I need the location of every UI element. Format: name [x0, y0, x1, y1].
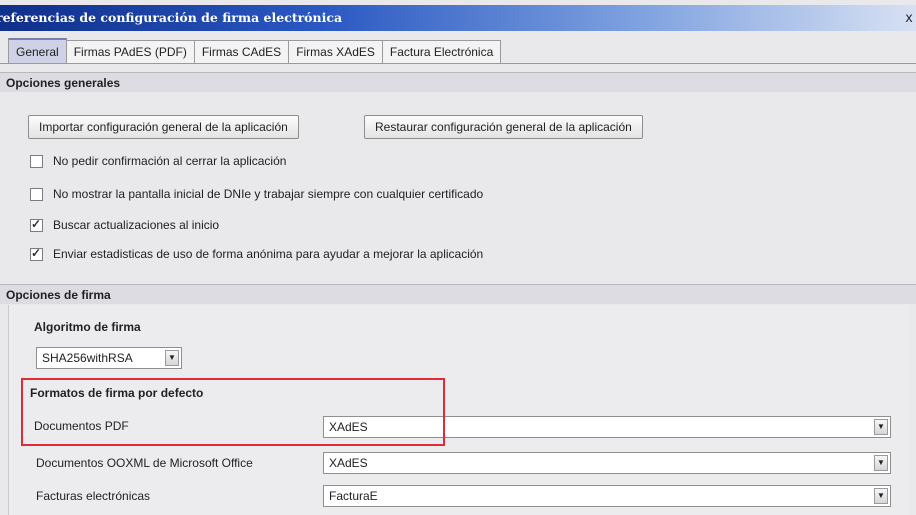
default-formats-label: Formatos de firma por defecto: [30, 386, 204, 400]
pdf-format-value: XAdES: [329, 420, 368, 434]
signature-options-heading: Opciones de firma: [0, 284, 916, 304]
algorithm-select[interactable]: SHA256withRSA ▼: [36, 347, 182, 369]
tab-divider: [0, 63, 916, 64]
chevron-down-icon: ▼: [874, 455, 888, 471]
algorithm-label: Algoritmo de firma: [34, 320, 141, 334]
title-bar: referencias de configuración de firma el…: [0, 5, 916, 31]
tab-firmas-cades[interactable]: Firmas CAdES: [193, 40, 290, 63]
close-icon[interactable]: x: [902, 8, 916, 26]
window-title: referencias de configuración de firma el…: [0, 10, 343, 25]
chevron-down-icon: ▼: [165, 350, 179, 366]
tab-firmas-pades[interactable]: Firmas PAdES (PDF): [65, 40, 195, 63]
ooxml-format-label: Documentos OOXML de Microsoft Office: [36, 456, 253, 470]
tab-factura-electronica[interactable]: Factura Electrónica: [381, 40, 502, 63]
option-no-dnie-screen: No mostrar la pantalla inicial de DNIe y…: [30, 185, 483, 203]
tab-general[interactable]: General: [8, 38, 67, 64]
tab-firmas-xades[interactable]: Firmas XAdES: [288, 40, 383, 63]
option-send-stats: Enviar estadisticas de uso de forma anón…: [30, 245, 483, 263]
invoices-format-value: FacturaE: [329, 489, 378, 503]
general-options-heading: Opciones generales: [0, 72, 916, 92]
option-label: No mostrar la pantalla inicial de DNIe y…: [53, 187, 484, 201]
no-dnie-screen-checkbox[interactable]: [30, 187, 43, 201]
option-label: Enviar estadisticas de uso de forma anón…: [53, 247, 484, 261]
send-stats-checkbox[interactable]: [30, 246, 43, 261]
option-label: No pedir confirmación al cerrar la aplic…: [53, 154, 287, 168]
option-check-updates: Buscar actualizaciones al inicio: [30, 216, 219, 234]
ooxml-format-value: XAdES: [329, 456, 368, 470]
option-label: Buscar actualizaciones al inicio: [53, 218, 220, 232]
pdf-format-select[interactable]: XAdES ▼: [323, 416, 891, 438]
check-updates-checkbox[interactable]: [30, 217, 43, 232]
tab-bar: General Firmas PAdES (PDF) Firmas CAdES …: [8, 38, 502, 64]
chevron-down-icon: ▼: [874, 419, 888, 435]
invoices-format-label: Facturas electrónicas: [36, 489, 151, 503]
option-no-confirm-close: No pedir confirmación al cerrar la aplic…: [30, 152, 286, 170]
ooxml-format-select[interactable]: XAdES ▼: [323, 452, 891, 474]
chevron-down-icon: ▼: [874, 488, 888, 504]
invoices-format-select[interactable]: FacturaE ▼: [323, 485, 891, 507]
import-config-button[interactable]: Importar configuración general de la apl…: [28, 115, 299, 139]
no-confirm-close-checkbox[interactable]: [30, 154, 43, 168]
restore-config-button[interactable]: Restaurar configuración general de la ap…: [364, 115, 643, 139]
signature-options-panel: [8, 305, 909, 515]
pdf-format-label: Documentos PDF: [34, 419, 129, 433]
algorithm-value: SHA256withRSA: [42, 351, 133, 365]
